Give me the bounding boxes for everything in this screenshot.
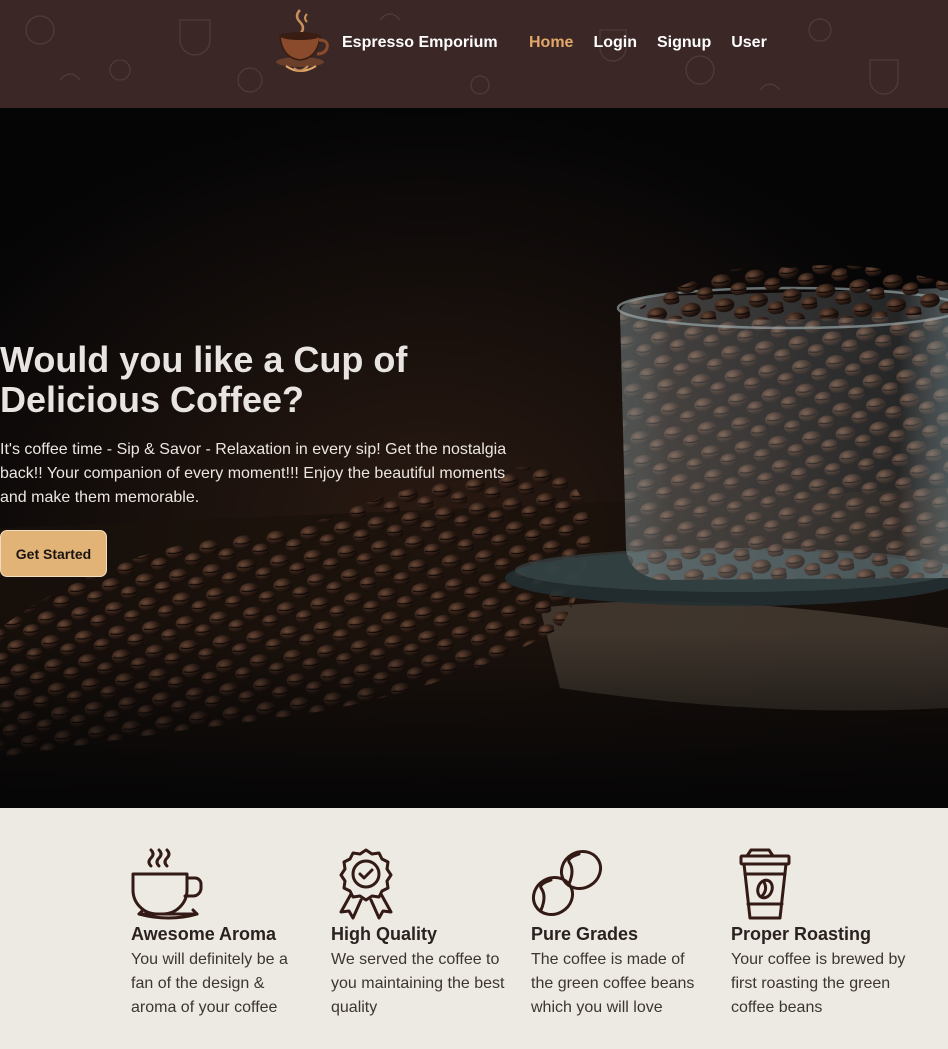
nav-links: Home Login Signup User	[529, 34, 787, 52]
hero-description: It's coffee time - Sip & Savor - Relaxat…	[0, 441, 507, 506]
navbar: Espresso Emporium Home Login Signup User	[0, 0, 948, 108]
takeaway-cup-icon	[739, 848, 791, 920]
nav-link-user[interactable]: User	[731, 34, 767, 52]
nav-link-home[interactable]: Home	[529, 34, 573, 52]
hero-title-line2: Delicious Coffee?	[0, 379, 305, 420]
feature-text: Your coffee is brewed by first roasting …	[731, 951, 906, 1016]
brand[interactable]	[272, 6, 332, 78]
feature-text: We served the coffee to you maintaining …	[331, 951, 505, 1016]
feature-title: Proper Roasting	[731, 924, 872, 944]
feature-title: Awesome Aroma	[131, 924, 277, 944]
get-started-button[interactable]: Get Started	[0, 530, 107, 577]
feature-title: High Quality	[331, 924, 438, 944]
brand-name[interactable]: Espresso Emporium	[342, 34, 498, 52]
features-section: Awesome Aroma You will definitely be a f…	[0, 808, 948, 1049]
feature-card: Pure Grades The coffee is made of the gr…	[531, 848, 706, 1020]
feature-card: High Quality We served the coffee to you…	[331, 848, 506, 1020]
coffee-pattern-background	[25, 13, 899, 95]
quality-badge-icon	[339, 848, 393, 920]
hero-title: Would you like a Cup of Delicious Coffee?	[0, 340, 520, 420]
coffee-beans-icon	[531, 849, 603, 917]
feature-text: You will definitely be a fan of the desi…	[131, 951, 288, 1016]
feature-title: Pure Grades	[531, 924, 639, 944]
nav-link-signup[interactable]: Signup	[657, 34, 711, 52]
hero-title-line1: Would you like a Cup of	[0, 339, 408, 380]
nav-link-login[interactable]: Login	[593, 34, 637, 52]
hero-section: Would you like a Cup of Delicious Coffee?…	[0, 108, 948, 808]
feature-text: The coffee is made of the green coffee b…	[531, 951, 695, 1016]
coffee-cup-icon	[131, 848, 203, 920]
coffee-cup-logo-icon	[276, 9, 329, 72]
feature-card: Proper Roasting Your coffee is brewed by…	[731, 848, 906, 1020]
feature-card: Awesome Aroma You will definitely be a f…	[131, 848, 306, 1020]
